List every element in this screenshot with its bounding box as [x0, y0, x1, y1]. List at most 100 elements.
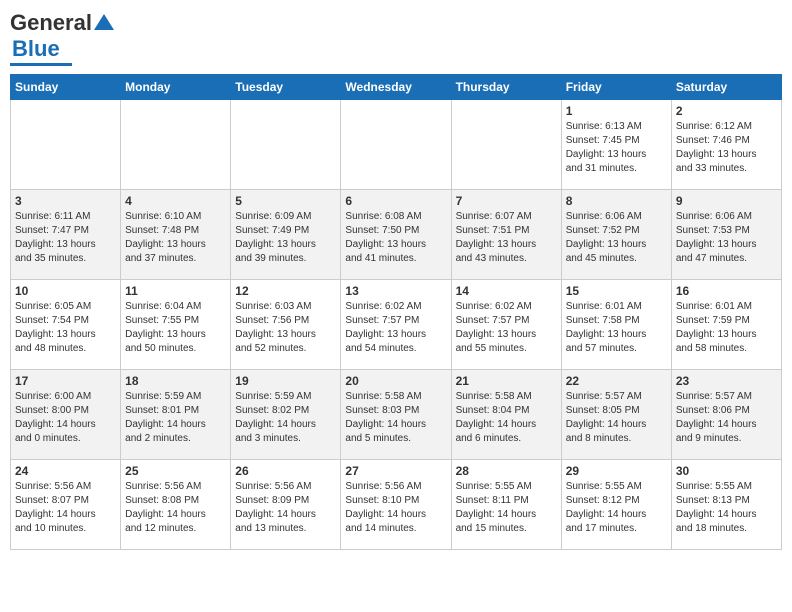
- week-row-4: 17 Sunrise: 6:00 AM Sunset: 8:00 PM Dayli…: [11, 370, 782, 460]
- day-cell: 5 Sunrise: 6:09 AM Sunset: 7:49 PM Daylig…: [231, 190, 341, 280]
- day-cell: 12 Sunrise: 6:03 AM Sunset: 7:56 PM Dayli…: [231, 280, 341, 370]
- day-number: 26: [235, 464, 336, 478]
- logo-general: General: [10, 10, 92, 36]
- day-cell: 14 Sunrise: 6:02 AM Sunset: 7:57 PM Dayli…: [451, 280, 561, 370]
- logo-blue: Blue: [12, 36, 60, 62]
- column-header-thursday: Thursday: [451, 75, 561, 100]
- day-info: Sunrise: 6:12 AM Sunset: 7:46 PM Dayligh…: [676, 120, 777, 176]
- day-cell: 3 Sunrise: 6:11 AM Sunset: 7:47 PM Daylig…: [11, 190, 121, 280]
- day-cell: 10Sunrise: 6:05 AM Sunset: 7:54 PM Dayli…: [11, 280, 121, 370]
- day-number: 18: [125, 374, 226, 388]
- day-cell: 28 Sunrise: 5:55 AM Sunset: 8:11 PM Dayli…: [451, 460, 561, 550]
- day-cell: 24 Sunrise: 5:56 AM Sunset: 8:07 PM Dayli…: [11, 460, 121, 550]
- day-cell: 29 Sunrise: 5:55 AM Sunset: 8:12 PM Dayli…: [561, 460, 671, 550]
- day-cell: 19Sunrise: 5:59 AM Sunset: 8:02 PM Dayli…: [231, 370, 341, 460]
- day-number: 15: [566, 284, 667, 298]
- column-header-saturday: Saturday: [671, 75, 781, 100]
- day-info: Sunrise: 6:09 AM Sunset: 7:49 PM Dayligh…: [235, 210, 336, 266]
- day-info: Sunrise: 5:57 AM Sunset: 8:06 PM Dayligh…: [676, 390, 777, 446]
- day-number: 14: [456, 284, 557, 298]
- day-cell: [451, 100, 561, 190]
- day-cell: 22Sunrise: 5:57 AM Sunset: 8:05 PM Dayli…: [561, 370, 671, 460]
- column-header-tuesday: Tuesday: [231, 75, 341, 100]
- day-cell: 25 Sunrise: 5:56 AM Sunset: 8:08 PM Dayli…: [121, 460, 231, 550]
- day-cell: 9Sunrise: 6:06 AM Sunset: 7:53 PM Daylig…: [671, 190, 781, 280]
- day-info: Sunrise: 5:55 AM Sunset: 8:13 PM Dayligh…: [676, 480, 777, 536]
- day-cell: 18 Sunrise: 5:59 AM Sunset: 8:01 PM Dayli…: [121, 370, 231, 460]
- day-number: 30: [676, 464, 777, 478]
- day-cell: 13 Sunrise: 6:02 AM Sunset: 7:57 PM Dayli…: [341, 280, 451, 370]
- day-info: Sunrise: 6:07 AM Sunset: 7:51 PM Dayligh…: [456, 210, 557, 266]
- day-number: 9: [676, 194, 777, 208]
- day-info: Sunrise: 6:13 AM Sunset: 7:45 PM Dayligh…: [566, 120, 667, 176]
- logo: General Blue: [10, 10, 114, 66]
- day-number: 29: [566, 464, 667, 478]
- day-info: Sunrise: 6:04 AM Sunset: 7:55 PM Dayligh…: [125, 300, 226, 356]
- column-header-wednesday: Wednesday: [341, 75, 451, 100]
- day-cell: 2 Sunrise: 6:12 AM Sunset: 7:46 PM Daylig…: [671, 100, 781, 190]
- day-info: Sunrise: 6:08 AM Sunset: 7:50 PM Dayligh…: [345, 210, 446, 266]
- day-number: 21: [456, 374, 557, 388]
- day-info: Sunrise: 5:56 AM Sunset: 8:09 PM Dayligh…: [235, 480, 336, 536]
- day-cell: 27Sunrise: 5:56 AM Sunset: 8:10 PM Dayli…: [341, 460, 451, 550]
- day-info: Sunrise: 5:59 AM Sunset: 8:01 PM Dayligh…: [125, 390, 226, 446]
- day-number: 25: [125, 464, 226, 478]
- day-info: Sunrise: 6:11 AM Sunset: 7:47 PM Dayligh…: [15, 210, 116, 266]
- day-cell: [231, 100, 341, 190]
- day-info: Sunrise: 6:00 AM Sunset: 8:00 PM Dayligh…: [15, 390, 116, 446]
- day-cell: 15 Sunrise: 6:01 AM Sunset: 7:58 PM Dayli…: [561, 280, 671, 370]
- week-row-3: 10Sunrise: 6:05 AM Sunset: 7:54 PM Dayli…: [11, 280, 782, 370]
- day-info: Sunrise: 5:55 AM Sunset: 8:12 PM Dayligh…: [566, 480, 667, 536]
- day-number: 24: [15, 464, 116, 478]
- day-cell: [341, 100, 451, 190]
- day-number: 28: [456, 464, 557, 478]
- column-header-friday: Friday: [561, 75, 671, 100]
- day-number: 4: [125, 194, 226, 208]
- day-info: Sunrise: 5:59 AM Sunset: 8:02 PM Dayligh…: [235, 390, 336, 446]
- day-number: 13: [345, 284, 446, 298]
- day-cell: [121, 100, 231, 190]
- day-info: Sunrise: 6:01 AM Sunset: 7:58 PM Dayligh…: [566, 300, 667, 356]
- day-info: Sunrise: 6:03 AM Sunset: 7:56 PM Dayligh…: [235, 300, 336, 356]
- day-info: Sunrise: 5:58 AM Sunset: 8:04 PM Dayligh…: [456, 390, 557, 446]
- day-cell: 23Sunrise: 5:57 AM Sunset: 8:06 PM Dayli…: [671, 370, 781, 460]
- day-info: Sunrise: 5:56 AM Sunset: 8:07 PM Dayligh…: [15, 480, 116, 536]
- day-info: Sunrise: 5:56 AM Sunset: 8:08 PM Dayligh…: [125, 480, 226, 536]
- day-info: Sunrise: 6:02 AM Sunset: 7:57 PM Dayligh…: [456, 300, 557, 356]
- calendar-table: SundayMondayTuesdayWednesdayThursdayFrid…: [10, 74, 782, 550]
- day-number: 6: [345, 194, 446, 208]
- day-number: 22: [566, 374, 667, 388]
- day-cell: 11 Sunrise: 6:04 AM Sunset: 7:55 PM Dayli…: [121, 280, 231, 370]
- logo-underline: [10, 63, 72, 66]
- day-cell: 17 Sunrise: 6:00 AM Sunset: 8:00 PM Dayli…: [11, 370, 121, 460]
- day-number: 27: [345, 464, 446, 478]
- day-number: 1: [566, 104, 667, 118]
- day-cell: 20Sunrise: 5:58 AM Sunset: 8:03 PM Dayli…: [341, 370, 451, 460]
- week-row-5: 24 Sunrise: 5:56 AM Sunset: 8:07 PM Dayli…: [11, 460, 782, 550]
- day-info: Sunrise: 6:02 AM Sunset: 7:57 PM Dayligh…: [345, 300, 446, 356]
- day-info: Sunrise: 5:55 AM Sunset: 8:11 PM Dayligh…: [456, 480, 557, 536]
- day-info: Sunrise: 6:01 AM Sunset: 7:59 PM Dayligh…: [676, 300, 777, 356]
- day-cell: 30 Sunrise: 5:55 AM Sunset: 8:13 PM Dayli…: [671, 460, 781, 550]
- day-info: Sunrise: 6:10 AM Sunset: 7:48 PM Dayligh…: [125, 210, 226, 266]
- day-number: 11: [125, 284, 226, 298]
- day-number: 8: [566, 194, 667, 208]
- week-row-2: 3 Sunrise: 6:11 AM Sunset: 7:47 PM Daylig…: [11, 190, 782, 280]
- day-cell: 7 Sunrise: 6:07 AM Sunset: 7:51 PM Daylig…: [451, 190, 561, 280]
- day-number: 17: [15, 374, 116, 388]
- column-header-sunday: Sunday: [11, 75, 121, 100]
- logo-icon: [92, 12, 114, 34]
- day-cell: 4 Sunrise: 6:10 AM Sunset: 7:48 PM Daylig…: [121, 190, 231, 280]
- header-row: SundayMondayTuesdayWednesdayThursdayFrid…: [11, 75, 782, 100]
- column-header-monday: Monday: [121, 75, 231, 100]
- day-number: 5: [235, 194, 336, 208]
- day-number: 2: [676, 104, 777, 118]
- day-number: 16: [676, 284, 777, 298]
- day-number: 12: [235, 284, 336, 298]
- day-number: 7: [456, 194, 557, 208]
- week-row-1: 1 Sunrise: 6:13 AM Sunset: 7:45 PM Daylig…: [11, 100, 782, 190]
- day-number: 20: [345, 374, 446, 388]
- day-number: 3: [15, 194, 116, 208]
- day-cell: 8 Sunrise: 6:06 AM Sunset: 7:52 PM Daylig…: [561, 190, 671, 280]
- day-info: Sunrise: 6:06 AM Sunset: 7:52 PM Dayligh…: [566, 210, 667, 266]
